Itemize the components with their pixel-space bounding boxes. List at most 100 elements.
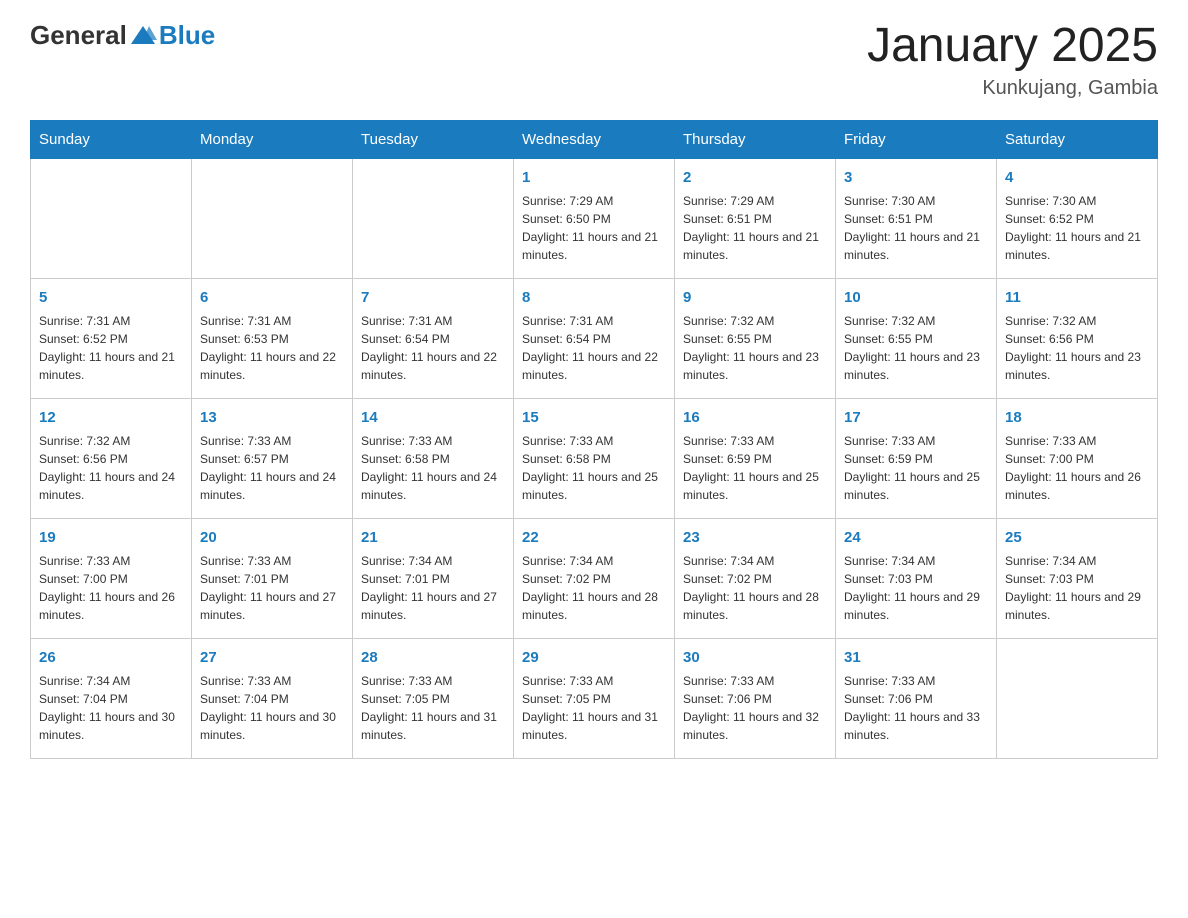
day-info: Sunrise: 7:33 AM Sunset: 7:06 PM Dayligh… xyxy=(844,672,988,744)
calendar-cell: 8Sunrise: 7:31 AM Sunset: 6:54 PM Daylig… xyxy=(514,278,675,398)
day-info: Sunrise: 7:33 AM Sunset: 6:59 PM Dayligh… xyxy=(683,432,827,504)
calendar-cell: 13Sunrise: 7:33 AM Sunset: 6:57 PM Dayli… xyxy=(192,398,353,518)
day-info: Sunrise: 7:33 AM Sunset: 7:04 PM Dayligh… xyxy=(200,672,344,744)
day-info: Sunrise: 7:31 AM Sunset: 6:53 PM Dayligh… xyxy=(200,312,344,384)
calendar-cell: 19Sunrise: 7:33 AM Sunset: 7:00 PM Dayli… xyxy=(31,518,192,638)
location-title: Kunkujang, Gambia xyxy=(867,77,1158,100)
weekday-header-wednesday: Wednesday xyxy=(514,120,675,158)
calendar-cell: 15Sunrise: 7:33 AM Sunset: 6:58 PM Dayli… xyxy=(514,398,675,518)
day-info: Sunrise: 7:31 AM Sunset: 6:54 PM Dayligh… xyxy=(361,312,505,384)
calendar-cell: 26Sunrise: 7:34 AM Sunset: 7:04 PM Dayli… xyxy=(31,638,192,758)
calendar-cell xyxy=(353,158,514,278)
calendar-cell: 16Sunrise: 7:33 AM Sunset: 6:59 PM Dayli… xyxy=(675,398,836,518)
day-number: 6 xyxy=(200,287,344,310)
day-number: 27 xyxy=(200,647,344,670)
calendar-cell: 6Sunrise: 7:31 AM Sunset: 6:53 PM Daylig… xyxy=(192,278,353,398)
logo: General Blue xyxy=(30,20,215,51)
day-info: Sunrise: 7:31 AM Sunset: 6:52 PM Dayligh… xyxy=(39,312,183,384)
calendar-week-row: 5Sunrise: 7:31 AM Sunset: 6:52 PM Daylig… xyxy=(31,278,1158,398)
day-number: 13 xyxy=(200,407,344,430)
day-info: Sunrise: 7:33 AM Sunset: 7:01 PM Dayligh… xyxy=(200,552,344,624)
calendar-cell: 7Sunrise: 7:31 AM Sunset: 6:54 PM Daylig… xyxy=(353,278,514,398)
day-number: 9 xyxy=(683,287,827,310)
calendar-cell: 21Sunrise: 7:34 AM Sunset: 7:01 PM Dayli… xyxy=(353,518,514,638)
calendar-cell: 14Sunrise: 7:33 AM Sunset: 6:58 PM Dayli… xyxy=(353,398,514,518)
calendar-week-row: 1Sunrise: 7:29 AM Sunset: 6:50 PM Daylig… xyxy=(31,158,1158,278)
day-number: 5 xyxy=(39,287,183,310)
day-info: Sunrise: 7:32 AM Sunset: 6:55 PM Dayligh… xyxy=(683,312,827,384)
calendar-table: SundayMondayTuesdayWednesdayThursdayFrid… xyxy=(30,120,1158,759)
page-header: General Blue January 2025 Kunkujang, Gam… xyxy=(30,20,1158,100)
day-number: 25 xyxy=(1005,527,1149,550)
calendar-cell: 28Sunrise: 7:33 AM Sunset: 7:05 PM Dayli… xyxy=(353,638,514,758)
calendar-cell: 2Sunrise: 7:29 AM Sunset: 6:51 PM Daylig… xyxy=(675,158,836,278)
day-number: 30 xyxy=(683,647,827,670)
calendar-cell: 25Sunrise: 7:34 AM Sunset: 7:03 PM Dayli… xyxy=(997,518,1158,638)
day-number: 29 xyxy=(522,647,666,670)
day-info: Sunrise: 7:33 AM Sunset: 6:58 PM Dayligh… xyxy=(522,432,666,504)
day-number: 19 xyxy=(39,527,183,550)
day-info: Sunrise: 7:34 AM Sunset: 7:02 PM Dayligh… xyxy=(683,552,827,624)
calendar-cell xyxy=(31,158,192,278)
day-number: 23 xyxy=(683,527,827,550)
calendar-cell: 11Sunrise: 7:32 AM Sunset: 6:56 PM Dayli… xyxy=(997,278,1158,398)
calendar-cell: 18Sunrise: 7:33 AM Sunset: 7:00 PM Dayli… xyxy=(997,398,1158,518)
calendar-cell: 9Sunrise: 7:32 AM Sunset: 6:55 PM Daylig… xyxy=(675,278,836,398)
calendar-week-row: 19Sunrise: 7:33 AM Sunset: 7:00 PM Dayli… xyxy=(31,518,1158,638)
day-info: Sunrise: 7:31 AM Sunset: 6:54 PM Dayligh… xyxy=(522,312,666,384)
day-number: 2 xyxy=(683,167,827,190)
weekday-header-monday: Monday xyxy=(192,120,353,158)
calendar-cell: 4Sunrise: 7:30 AM Sunset: 6:52 PM Daylig… xyxy=(997,158,1158,278)
logo-blue-text: Blue xyxy=(159,20,215,51)
calendar-cell: 23Sunrise: 7:34 AM Sunset: 7:02 PM Dayli… xyxy=(675,518,836,638)
weekday-header-thursday: Thursday xyxy=(675,120,836,158)
calendar-cell: 20Sunrise: 7:33 AM Sunset: 7:01 PM Dayli… xyxy=(192,518,353,638)
day-info: Sunrise: 7:34 AM Sunset: 7:03 PM Dayligh… xyxy=(844,552,988,624)
calendar-cell: 31Sunrise: 7:33 AM Sunset: 7:06 PM Dayli… xyxy=(836,638,997,758)
day-info: Sunrise: 7:33 AM Sunset: 7:06 PM Dayligh… xyxy=(683,672,827,744)
calendar-cell: 30Sunrise: 7:33 AM Sunset: 7:06 PM Dayli… xyxy=(675,638,836,758)
day-info: Sunrise: 7:30 AM Sunset: 6:52 PM Dayligh… xyxy=(1005,192,1149,264)
day-info: Sunrise: 7:33 AM Sunset: 7:05 PM Dayligh… xyxy=(361,672,505,744)
day-info: Sunrise: 7:33 AM Sunset: 7:00 PM Dayligh… xyxy=(1005,432,1149,504)
calendar-cell: 22Sunrise: 7:34 AM Sunset: 7:02 PM Dayli… xyxy=(514,518,675,638)
day-number: 14 xyxy=(361,407,505,430)
weekday-header-saturday: Saturday xyxy=(997,120,1158,158)
weekday-header-friday: Friday xyxy=(836,120,997,158)
weekday-header-sunday: Sunday xyxy=(31,120,192,158)
day-info: Sunrise: 7:34 AM Sunset: 7:04 PM Dayligh… xyxy=(39,672,183,744)
day-number: 31 xyxy=(844,647,988,670)
day-number: 26 xyxy=(39,647,183,670)
day-number: 8 xyxy=(522,287,666,310)
day-number: 15 xyxy=(522,407,666,430)
month-year-title: January 2025 xyxy=(867,20,1158,73)
day-info: Sunrise: 7:29 AM Sunset: 6:50 PM Dayligh… xyxy=(522,192,666,264)
day-number: 17 xyxy=(844,407,988,430)
day-number: 11 xyxy=(1005,287,1149,310)
calendar-week-row: 26Sunrise: 7:34 AM Sunset: 7:04 PM Dayli… xyxy=(31,638,1158,758)
calendar-cell: 27Sunrise: 7:33 AM Sunset: 7:04 PM Dayli… xyxy=(192,638,353,758)
title-block: January 2025 Kunkujang, Gambia xyxy=(867,20,1158,100)
day-number: 1 xyxy=(522,167,666,190)
calendar-cell: 10Sunrise: 7:32 AM Sunset: 6:55 PM Dayli… xyxy=(836,278,997,398)
calendar-cell xyxy=(997,638,1158,758)
day-info: Sunrise: 7:29 AM Sunset: 6:51 PM Dayligh… xyxy=(683,192,827,264)
day-info: Sunrise: 7:32 AM Sunset: 6:56 PM Dayligh… xyxy=(1005,312,1149,384)
weekday-header-tuesday: Tuesday xyxy=(353,120,514,158)
day-info: Sunrise: 7:30 AM Sunset: 6:51 PM Dayligh… xyxy=(844,192,988,264)
day-number: 7 xyxy=(361,287,505,310)
day-number: 22 xyxy=(522,527,666,550)
day-info: Sunrise: 7:32 AM Sunset: 6:56 PM Dayligh… xyxy=(39,432,183,504)
day-number: 12 xyxy=(39,407,183,430)
day-number: 21 xyxy=(361,527,505,550)
calendar-cell: 29Sunrise: 7:33 AM Sunset: 7:05 PM Dayli… xyxy=(514,638,675,758)
day-info: Sunrise: 7:33 AM Sunset: 6:59 PM Dayligh… xyxy=(844,432,988,504)
logo-icon xyxy=(129,22,157,50)
calendar-cell: 24Sunrise: 7:34 AM Sunset: 7:03 PM Dayli… xyxy=(836,518,997,638)
calendar-week-row: 12Sunrise: 7:32 AM Sunset: 6:56 PM Dayli… xyxy=(31,398,1158,518)
calendar-cell: 5Sunrise: 7:31 AM Sunset: 6:52 PM Daylig… xyxy=(31,278,192,398)
day-number: 3 xyxy=(844,167,988,190)
calendar-cell: 17Sunrise: 7:33 AM Sunset: 6:59 PM Dayli… xyxy=(836,398,997,518)
day-info: Sunrise: 7:34 AM Sunset: 7:01 PM Dayligh… xyxy=(361,552,505,624)
day-info: Sunrise: 7:34 AM Sunset: 7:02 PM Dayligh… xyxy=(522,552,666,624)
